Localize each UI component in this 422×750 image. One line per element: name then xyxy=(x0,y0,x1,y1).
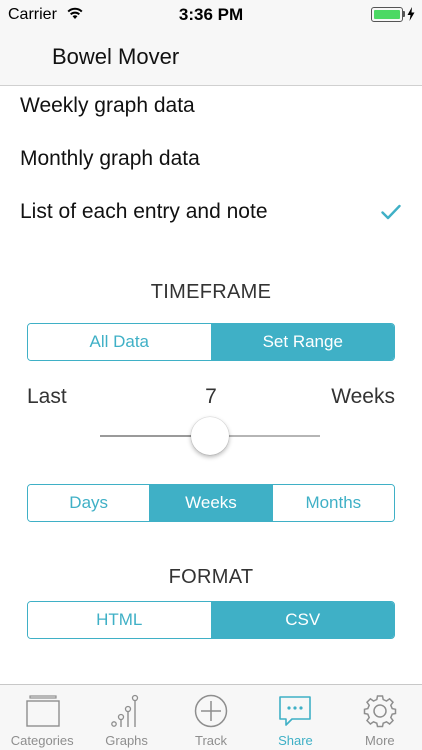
battery-tip xyxy=(403,11,405,17)
segment-weeks[interactable]: Weeks xyxy=(149,485,272,521)
status-time: 3:36 PM xyxy=(178,5,244,24)
segment-months[interactable]: Months xyxy=(271,485,394,521)
segment-set-range[interactable]: Set Range xyxy=(210,324,394,360)
tab-bar: Categories Graphs Track Share More xyxy=(0,684,422,750)
tab-track[interactable]: Track xyxy=(169,685,253,750)
option-monthly-graph-data[interactable]: Monthly graph data xyxy=(20,147,400,171)
categories-icon xyxy=(26,695,60,727)
graphs-icon xyxy=(110,694,138,727)
checkmark-icon xyxy=(381,204,401,220)
battery-level xyxy=(373,9,400,19)
tab-categories[interactable]: Categories xyxy=(0,685,84,750)
tab-track-label: Track xyxy=(195,733,228,748)
timeframe-unit-control: Days Weeks Months xyxy=(27,484,395,522)
plus-circle-icon xyxy=(194,694,228,728)
tab-graphs-label: Graphs xyxy=(105,733,148,748)
timeframe-heading: TIMEFRAME xyxy=(150,281,272,303)
segment-all-data[interactable]: All Data xyxy=(28,324,211,360)
format-control: HTML CSV xyxy=(27,601,395,639)
status-bar: Carrier 3:36 PM xyxy=(0,0,422,30)
format-heading: FORMAT xyxy=(168,566,254,588)
tab-more[interactable]: More xyxy=(338,685,422,750)
tab-share[interactable]: Share xyxy=(253,685,337,750)
gear-icon xyxy=(363,695,397,728)
segment-csv[interactable]: CSV xyxy=(210,602,394,638)
range-unit-label: Weeks xyxy=(331,385,395,408)
option-list-entries-notes[interactable]: List of each entry and note xyxy=(20,200,400,224)
battery-icon xyxy=(371,7,403,22)
range-slider-thumb[interactable] xyxy=(191,417,229,455)
tab-categories-label: Categories xyxy=(10,733,74,748)
option-weekly-graph-data[interactable]: Weekly graph data xyxy=(20,94,400,118)
segment-html[interactable]: HTML xyxy=(28,602,211,638)
charging-bolt-icon xyxy=(407,7,415,21)
tab-share-label: Share xyxy=(278,733,313,748)
timeframe-mode-control: All Data Set Range xyxy=(27,323,395,361)
page-title: Bowel Mover xyxy=(52,44,180,69)
segment-days[interactable]: Days xyxy=(28,485,150,521)
nav-header: Bowel Mover xyxy=(0,30,422,86)
tab-graphs[interactable]: Graphs xyxy=(84,685,168,750)
chat-bubble-icon xyxy=(279,696,312,726)
tab-more-label: More xyxy=(365,733,395,748)
